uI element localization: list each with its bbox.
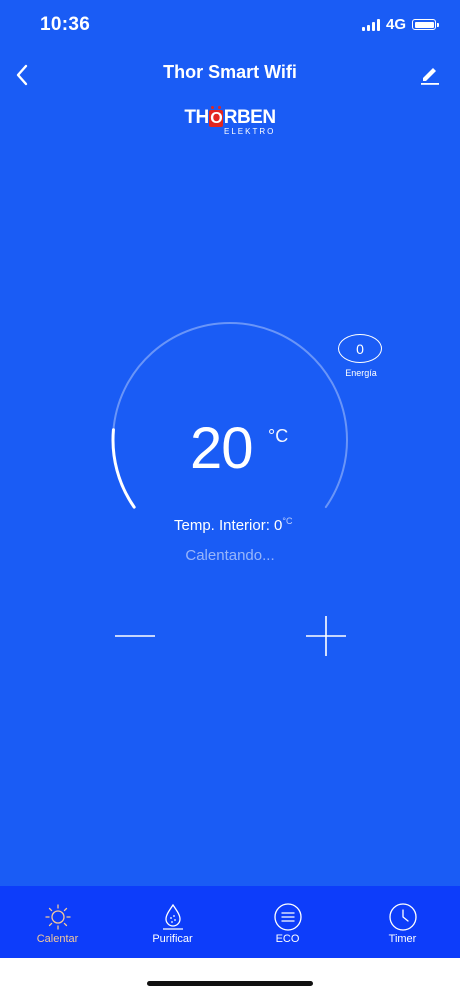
eco-lines-icon [273,903,302,931]
plus-icon [306,616,346,656]
logo-subtext: ELEKTRO [223,127,276,136]
status-icons: 4G [361,16,439,33]
tab-label: Calentar [36,933,79,945]
battery-icon [412,19,439,30]
logo-o: O [209,105,224,127]
set-temperature: 20 [190,416,254,481]
dial-progress [111,428,136,509]
pencil-icon [421,68,439,85]
interior-temperature: Temp. Interior: 0°C [174,516,293,534]
home-indicator[interactable] [147,981,313,986]
tab-label: ECO [275,933,300,945]
brand-logo: TH O RBEN ELEKTRO [0,105,460,136]
edit-button[interactable] [418,62,442,86]
increase-temperature-button[interactable] [305,615,347,657]
tab-eco[interactable]: ECO [230,886,345,958]
heating-status: Calentando... [185,547,275,564]
tab-purificar[interactable]: Purificar [115,886,230,958]
decrease-temperature-button[interactable] [114,615,156,657]
tab-label: Purificar [152,933,193,945]
minus-icon [115,635,155,637]
temperature-unit: °C [268,426,289,446]
bottom-tab-bar: Calentar Purificar ECO Timer [0,886,460,958]
logo-text-prefix: TH [184,107,209,128]
tab-label: Timer [388,933,417,945]
interior-label: Temp. Interior: [174,517,275,534]
thermostat-screen: 10:36 4G Thor Smart Wifi TH O RBEN ELEKTRO… [0,0,460,958]
drop-icon [162,903,183,930]
logo-text-suffix: RBEN [223,107,276,128]
tab-calentar[interactable]: Calentar [0,886,115,958]
status-time: 10:36 [40,14,91,35]
tab-timer[interactable]: Timer [345,886,460,958]
signal-icon [361,18,380,31]
sun-icon [44,904,71,930]
network-label: 4G [385,16,406,33]
clock-icon [388,903,417,931]
interior-unit: °C [282,516,293,526]
page-title: Thor Smart Wifi [163,62,297,82]
